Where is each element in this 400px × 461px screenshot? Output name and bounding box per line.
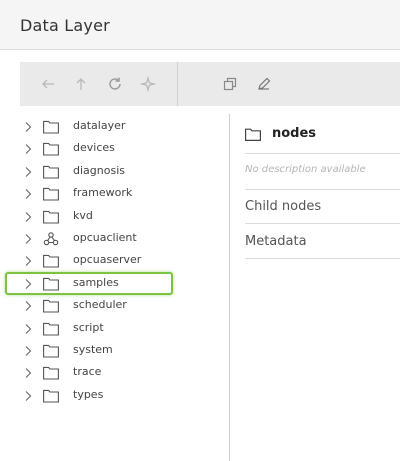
chevron-right-icon[interactable] <box>23 300 33 312</box>
folder-icon <box>43 389 59 403</box>
panel-divider[interactable] <box>229 114 230 461</box>
folder-icon <box>43 300 59 313</box>
tree-item-label: scheduler <box>73 298 127 312</box>
tree-item-label: diagnosis <box>73 163 125 177</box>
tree-item-label: datalayer <box>73 119 126 132</box>
folder-icon <box>43 344 59 358</box>
arrow-left-icon[interactable] <box>36 72 60 96</box>
folder-icon <box>43 255 59 268</box>
chevron-right-icon[interactable] <box>23 166 33 178</box>
tree-item-scheduler[interactable]: scheduler <box>0 295 228 317</box>
toolbar-separator <box>177 62 178 106</box>
chevron-right-icon[interactable] <box>23 255 33 267</box>
metadata-section[interactable]: Metadata <box>245 234 307 249</box>
tree-item-diagnosis[interactable]: diagnosis <box>0 161 228 183</box>
child-nodes-section[interactable]: Child nodes <box>245 199 321 214</box>
chevron-right-icon[interactable] <box>23 323 33 335</box>
refresh-icon[interactable] <box>103 72 127 96</box>
folder-icon <box>43 210 59 224</box>
node-description: No description available <box>245 164 366 175</box>
tree-item-label: script <box>73 320 104 334</box>
folder-icon <box>43 165 59 179</box>
folder-icon <box>245 128 261 141</box>
tree-item-opcuaclient[interactable]: opcuaclient <box>0 228 228 250</box>
tree-item-opcuaserver[interactable]: opcuaserver <box>0 250 228 272</box>
tree-item-system[interactable]: system <box>0 340 228 362</box>
tree-item-label: framework <box>73 186 133 200</box>
folder-icon <box>43 322 59 336</box>
tree-item-types[interactable]: types <box>0 385 228 407</box>
tree-item-label: trace <box>73 365 102 379</box>
divider <box>245 223 400 224</box>
toolbar <box>20 62 400 106</box>
page-title: Data Layer <box>20 16 110 35</box>
chevron-right-icon[interactable] <box>23 345 33 357</box>
tree-item-framework[interactable]: framework <box>0 183 228 205</box>
tree-item-label: opcuaclient <box>73 231 137 244</box>
tree-item-label: system <box>73 343 113 356</box>
sparkle-icon[interactable] <box>136 72 160 96</box>
tree-item-kvd[interactable]: kvd <box>0 206 228 228</box>
folder-icon <box>43 143 59 156</box>
tree-item-label: opcuaserver <box>73 253 142 267</box>
chevron-right-icon[interactable] <box>23 367 33 379</box>
folder-icon <box>43 120 59 134</box>
tree-item-label: kvd <box>73 208 93 222</box>
folder-icon <box>43 367 59 380</box>
chevron-right-icon[interactable] <box>23 121 33 133</box>
chevron-right-icon[interactable] <box>23 390 33 402</box>
chevron-right-icon[interactable] <box>23 143 33 155</box>
tree-item-label: types <box>73 387 104 401</box>
tree-item-devices[interactable]: devices <box>0 138 228 160</box>
folder-icon <box>43 188 59 201</box>
divider <box>245 153 400 154</box>
app-header: Data Layer <box>0 0 400 50</box>
tree-item-trace[interactable]: trace <box>0 362 228 384</box>
arrow-up-icon[interactable] <box>69 72 93 96</box>
network-icon <box>43 232 59 246</box>
tree-item-label: devices <box>73 141 115 155</box>
tree-item-script[interactable]: script <box>0 318 228 340</box>
chevron-right-icon[interactable] <box>23 211 33 223</box>
chevron-right-icon[interactable] <box>23 188 33 200</box>
tree-item-datalayer[interactable]: datalayer <box>0 116 228 138</box>
selection-highlight <box>5 272 173 295</box>
divider <box>245 258 400 259</box>
divider <box>245 189 400 190</box>
copy-icon[interactable] <box>218 72 242 96</box>
chevron-right-icon[interactable] <box>23 233 33 245</box>
node-name: nodes <box>272 126 317 141</box>
pencil-icon[interactable] <box>252 72 276 96</box>
